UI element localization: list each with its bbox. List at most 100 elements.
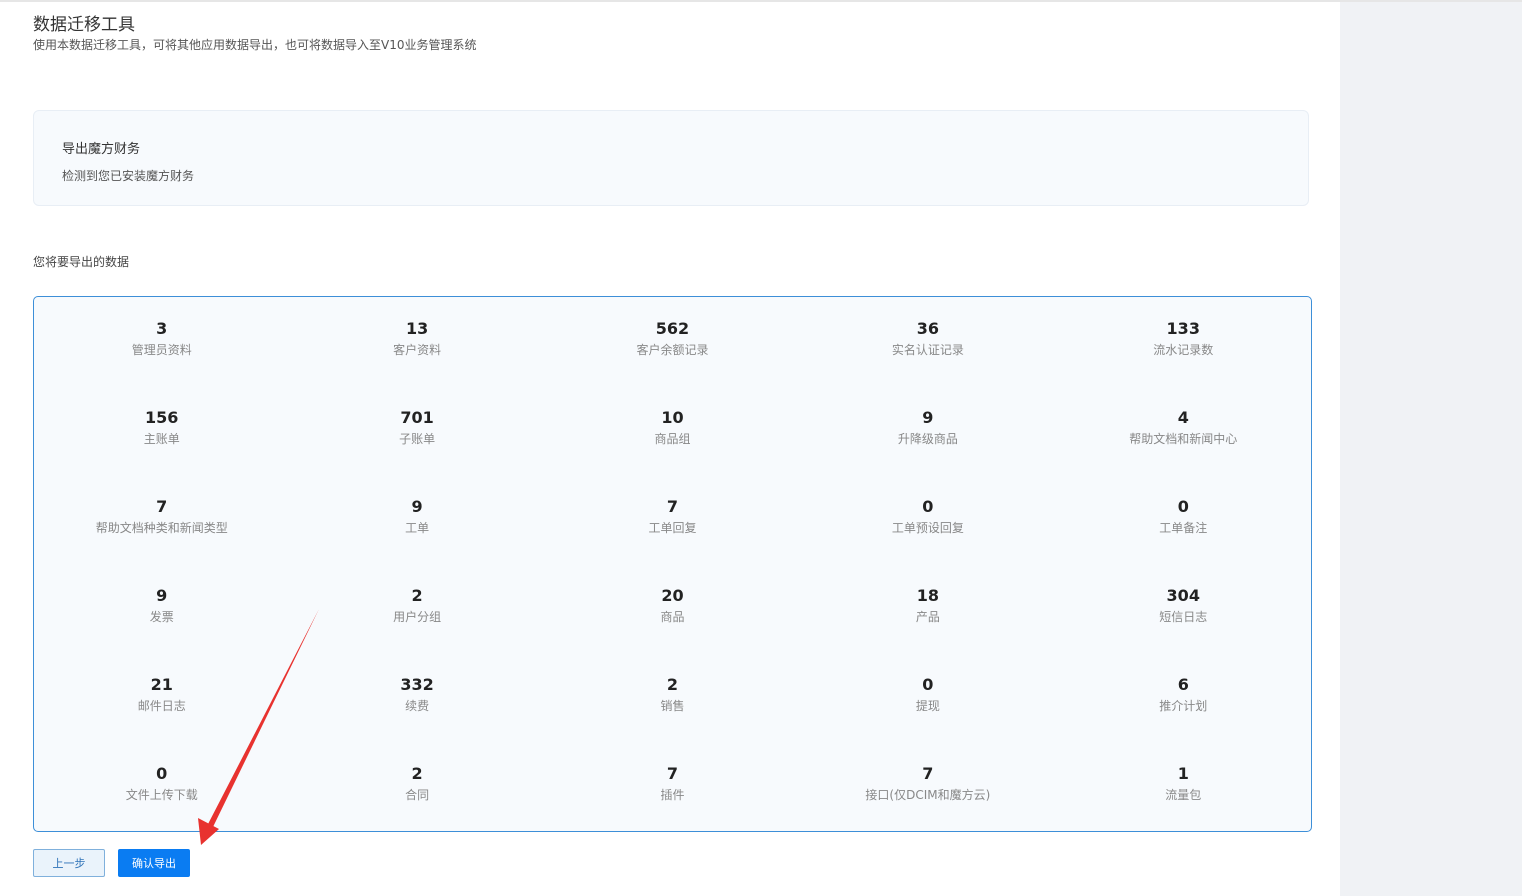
- stat-item: 9 升降级商品: [800, 406, 1055, 495]
- stat-item: 18 产品: [800, 584, 1055, 673]
- stat-label: 提现: [915, 699, 940, 713]
- stat-item: 9 发票: [34, 584, 289, 673]
- stat-label: 商品: [660, 610, 685, 624]
- stat-item: 2 合同: [289, 762, 544, 851]
- stat-value: 1: [1177, 764, 1189, 783]
- stat-label: 发票: [149, 610, 174, 624]
- stat-value: 7: [922, 764, 934, 783]
- stat-item: 20 商品: [545, 584, 800, 673]
- stat-item: 0 工单预设回复: [800, 495, 1055, 584]
- page-subtitle: 使用本数据迁移工具，可将其他应用数据导出，也可将数据导入至V10业务管理系统: [33, 38, 477, 52]
- stat-item: 701 子账单: [289, 406, 544, 495]
- stat-value: 20: [661, 586, 684, 605]
- stat-item: 10 商品组: [545, 406, 800, 495]
- stat-value: 0: [922, 675, 934, 694]
- stat-value: 0: [922, 497, 934, 516]
- stat-item: 6 推介计划: [1056, 673, 1311, 762]
- stat-item: 7 插件: [545, 762, 800, 851]
- previous-step-button[interactable]: 上一步: [33, 849, 105, 877]
- stat-label: 销售: [660, 699, 685, 713]
- stat-value: 9: [156, 586, 168, 605]
- export-data-section-label: 您将要导出的数据: [33, 255, 130, 269]
- stat-value: 3: [156, 319, 168, 338]
- stat-value: 6: [1177, 675, 1189, 694]
- stat-item: 1 流量包: [1056, 762, 1311, 851]
- stat-label: 客户资料: [393, 343, 442, 357]
- stat-value: 156: [144, 408, 179, 427]
- stat-value: 2: [411, 764, 423, 783]
- stat-label: 商品组: [654, 432, 691, 446]
- info-card-description: 检测到您已安装魔方财务: [62, 169, 195, 183]
- stat-item: 0 文件上传下载: [34, 762, 289, 851]
- stat-label: 工单: [405, 521, 430, 535]
- stat-value: 7: [666, 764, 679, 783]
- stat-label: 续费: [405, 699, 430, 713]
- stat-label: 主账单: [143, 432, 180, 446]
- stat-label: 流水记录数: [1153, 343, 1214, 357]
- stat-item: 332 续费: [289, 673, 544, 762]
- stat-item: 7 帮助文档种类和新闻类型: [34, 495, 289, 584]
- stat-label: 工单备注: [1159, 521, 1208, 535]
- stat-item: 156 主账单: [34, 406, 289, 495]
- stat-value: 332: [400, 675, 434, 694]
- page-title: 数据迁移工具: [33, 15, 135, 35]
- stat-item: 7 接口(仅DCIM和魔方云): [800, 762, 1055, 851]
- stat-item: 7 工单回复: [545, 495, 800, 584]
- stat-item: 2 销售: [545, 673, 800, 762]
- stat-label: 合同: [405, 788, 430, 802]
- stat-value: 18: [916, 586, 939, 605]
- stat-value: 7: [666, 497, 679, 516]
- confirm-export-button[interactable]: 确认导出: [118, 849, 190, 877]
- stat-value: 0: [156, 764, 168, 783]
- stat-item: 0 工单备注: [1056, 495, 1311, 584]
- stat-item: 4 帮助文档和新闻中心: [1056, 406, 1311, 495]
- stat-label: 实名认证记录: [891, 343, 964, 357]
- stat-value: 4: [1177, 408, 1189, 427]
- export-info-card: 导出魔方财务 检测到您已安装魔方财务: [33, 110, 1309, 206]
- stat-label: 帮助文档和新闻中心: [1129, 432, 1238, 446]
- stat-value: 304: [1166, 586, 1200, 605]
- stat-label: 用户分组: [393, 610, 442, 624]
- stat-item: 0 提现: [800, 673, 1055, 762]
- stat-item: 3 管理员资料: [34, 317, 289, 406]
- stat-value: 36: [916, 319, 939, 338]
- stat-label: 邮件日志: [137, 699, 186, 713]
- stat-value: 21: [150, 675, 173, 694]
- stat-label: 子账单: [399, 432, 436, 446]
- stat-label: 产品: [915, 610, 940, 624]
- stat-grid: 3 管理员资料 13 客户资料 562 客户余额记录 36 实名认证记录 133 流水记录数 156…: [34, 317, 1311, 851]
- right-side-panel: [1340, 2, 1522, 896]
- stat-value: 7: [156, 497, 168, 516]
- stat-item: 133 流水记录数: [1056, 317, 1311, 406]
- stat-item: 2 用户分组: [289, 584, 544, 673]
- stat-value: 701: [400, 408, 434, 427]
- stat-label: 文件上传下载: [125, 788, 198, 802]
- stat-item: 13 客户资料: [289, 317, 544, 406]
- stat-value: 10: [661, 408, 684, 427]
- stat-label: 帮助文档种类和新闻类型: [95, 521, 228, 535]
- stat-value: 13: [405, 319, 429, 338]
- info-card-title: 导出魔方财务: [62, 142, 141, 157]
- stat-label: 客户余额记录: [636, 343, 709, 357]
- stat-item: 36 实名认证记录: [800, 317, 1055, 406]
- stat-label: 升降级商品: [897, 432, 958, 446]
- stat-label: 插件: [660, 788, 685, 802]
- stat-label: 工单回复: [648, 521, 697, 535]
- stat-item: 562 客户余额记录: [545, 317, 800, 406]
- stat-label: 接口(仅DCIM和魔方云): [865, 788, 991, 802]
- stat-item: 304 短信日志: [1056, 584, 1311, 673]
- stat-label: 管理员资料: [131, 343, 192, 357]
- stat-value: 2: [411, 586, 423, 605]
- stat-value: 9: [922, 408, 934, 427]
- top-divider: [0, 0, 1522, 2]
- stat-label: 流量包: [1165, 788, 1202, 802]
- stat-value: 562: [655, 319, 690, 338]
- stat-item: 9 工单: [289, 495, 544, 584]
- export-data-summary-panel: 3 管理员资料 13 客户资料 562 客户余额记录 36 实名认证记录 133 流水记录数 156…: [33, 296, 1312, 832]
- stat-value: 9: [411, 497, 423, 516]
- stat-label: 推介计划: [1159, 699, 1208, 713]
- stat-label: 短信日志: [1159, 610, 1208, 624]
- stat-label: 工单预设回复: [891, 521, 964, 535]
- stat-value: 0: [1177, 497, 1189, 516]
- stat-value: 133: [1166, 319, 1200, 338]
